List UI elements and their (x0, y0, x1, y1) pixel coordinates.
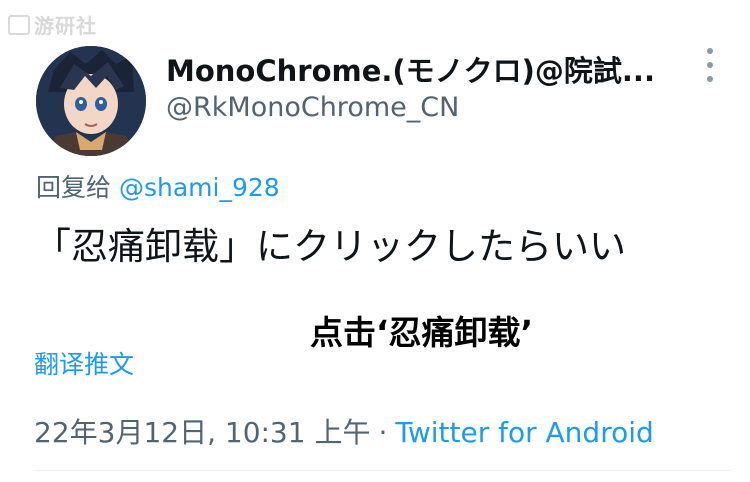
translate-tweet-link[interactable]: 翻译推文 (34, 345, 134, 381)
timestamp[interactable]: 22年3月12日, 10:31 上午 (34, 416, 370, 449)
reply-to-line: 回复给 @shami_928 (36, 168, 280, 204)
avatar[interactable] (36, 46, 146, 156)
more-dot (707, 48, 713, 54)
user-handle[interactable]: @RkMonoChrome_CN (166, 92, 459, 123)
divider (34, 470, 732, 471)
tweet-text: 「忍痛卸载」にクリックしたらいい (34, 225, 626, 268)
watermark-text: 游研社 (34, 14, 97, 38)
source-link[interactable]: Twitter for Android (395, 416, 653, 449)
reply-mention-link[interactable]: @shami_928 (119, 173, 280, 202)
overlay-caption: 点击‘忍痛卸载’ (310, 313, 534, 352)
watermark: 游研社 (8, 10, 97, 39)
tweet-meta: 22年3月12日, 10:31 上午 · Twitter for Android (34, 411, 654, 451)
watermark-logo-icon (8, 14, 30, 35)
more-vertical-icon[interactable] (700, 48, 720, 82)
avatar-image (36, 46, 146, 156)
reply-prefix: 回复给 (36, 173, 119, 202)
more-dot (707, 62, 713, 68)
meta-separator: · (378, 416, 388, 449)
more-dot (707, 76, 713, 82)
display-name[interactable]: MonoChrome.(モノクロ)@院試... (166, 48, 655, 90)
